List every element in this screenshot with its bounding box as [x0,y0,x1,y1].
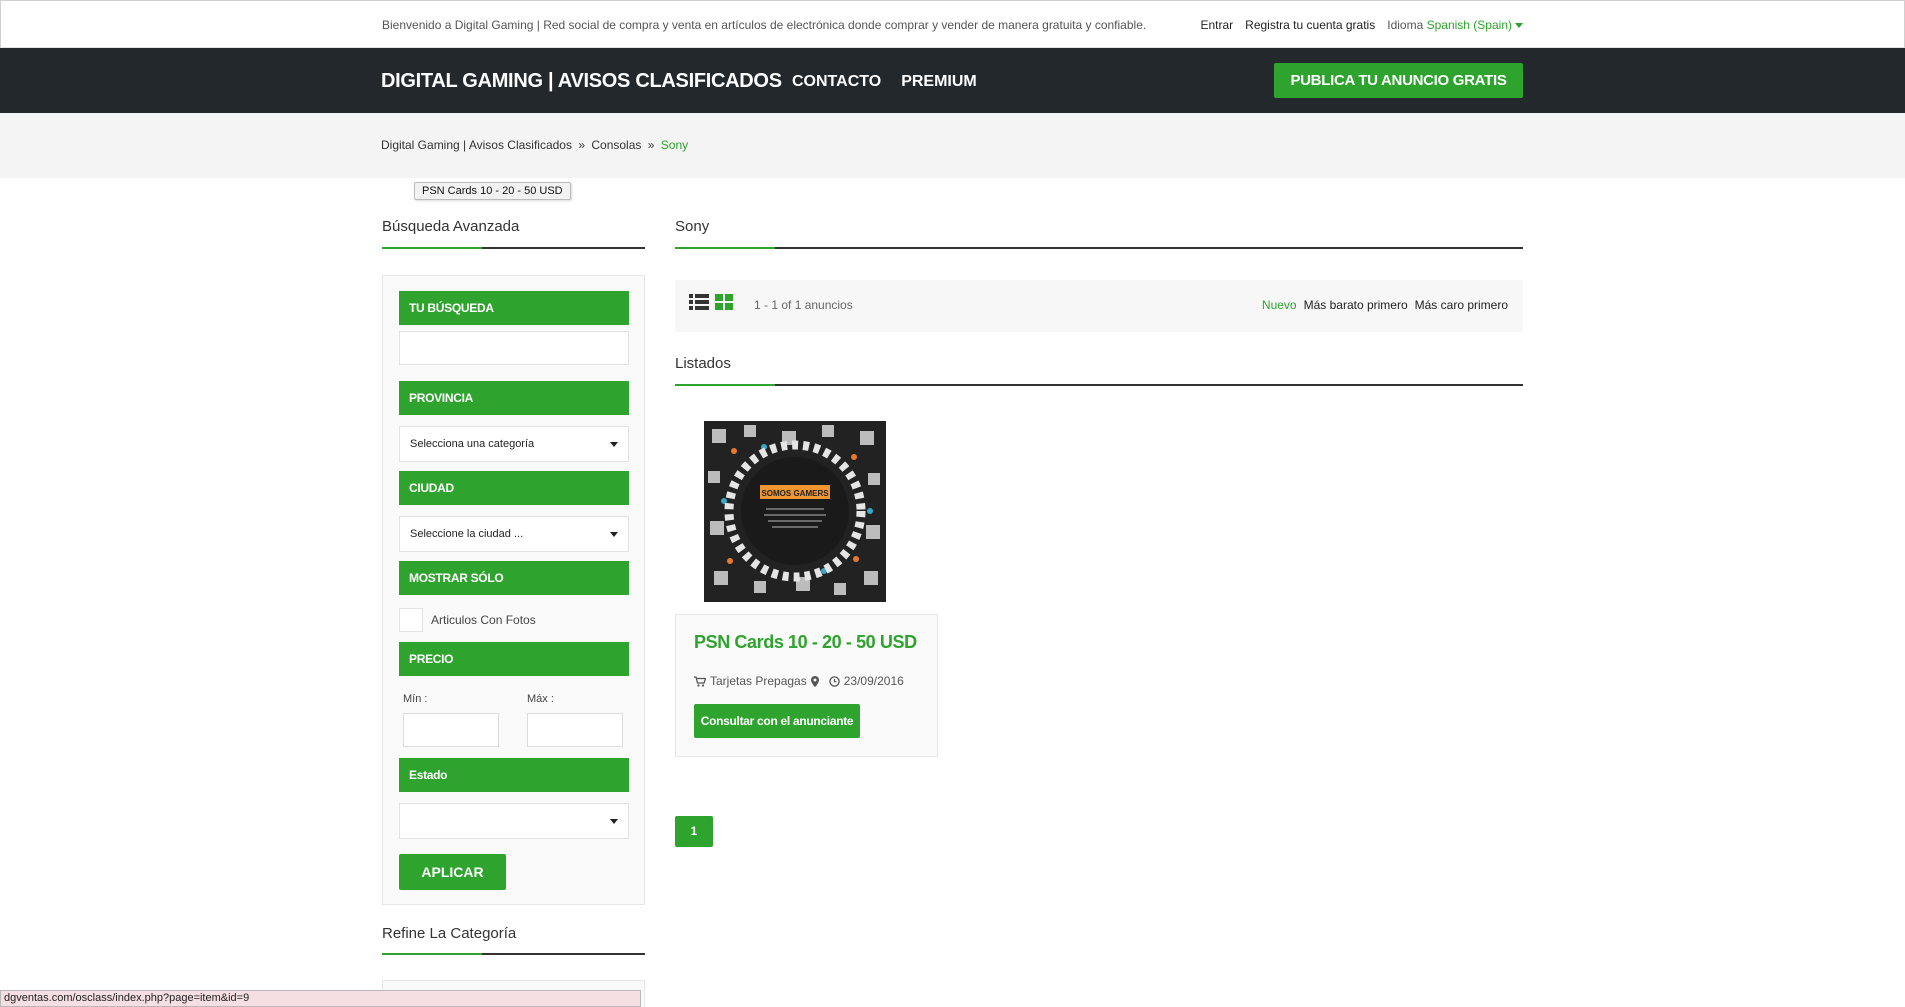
title-rule-accent [382,247,482,249]
listing-title[interactable]: PSN Cards 10 - 20 - 50 USD [694,632,917,653]
title-rule [382,953,645,955]
language-selector[interactable]: Idioma Spanish (Spain) [1387,18,1523,32]
province-heading: PROVINCIA [399,381,629,415]
breadcrumb-consolas[interactable]: Consolas [591,138,641,152]
nav-premium[interactable]: PREMIUM [901,73,977,91]
top-bar: Bienvenido a Digital Gaming | Red social… [0,0,1905,48]
state-select[interactable] [399,803,629,839]
pagination-page[interactable]: 1 [675,816,713,847]
cart-icon [694,675,706,687]
sort-newest[interactable]: Nuevo [1262,298,1297,312]
listing-thumbnail-art: SOMOS GAMERS [704,421,886,602]
sort-cheapest[interactable]: Más barato primero [1304,298,1408,312]
city-select-value: Seleccione la ciudad ... [410,528,524,540]
province-select[interactable]: Selecciona una categoría [399,426,629,462]
title-rule [382,247,645,249]
photos-checkbox-label: Articulos Con Fotos [431,613,536,627]
login-link[interactable]: Entrar [1200,18,1233,32]
clock-icon [828,675,840,687]
search-input[interactable] [399,331,629,365]
breadcrumb-separator: » [647,138,655,152]
city-select[interactable]: Seleccione la ciudad ... [399,516,629,552]
max-price-input[interactable] [527,713,623,747]
image-banner-text: SOMOS GAMERS [761,489,829,498]
listing-date: 23/09/2016 [843,674,904,688]
caret-down-icon [610,532,618,537]
nav-contacto[interactable]: CONTACTO [792,73,881,91]
show-only-heading: MOSTRAR SÓLO [399,561,629,595]
list-view-icon[interactable] [689,294,709,310]
listing-image[interactable]: SOMOS GAMERS [704,421,886,602]
language-value[interactable]: Spanish (Spain) [1427,18,1512,32]
breadcrumb-home[interactable]: Digital Gaming | Avisos Clasificados [381,138,572,152]
state-heading: Estado [399,758,629,792]
results-toolbar: 1 - 1 of 1 anuncios Nuevo Más barato pri… [675,280,1523,332]
title-rule [675,247,1523,249]
status-bar-url: dgventas.com/osclass/index.php?page=item… [0,990,641,1007]
sort-most-expensive[interactable]: Más caro primero [1415,298,1508,312]
link-tooltip: PSN Cards 10 - 20 - 50 USD [414,182,571,200]
listings-title: Listados [675,355,731,372]
breadcrumb-separator: » [578,138,586,152]
breadcrumb: Digital Gaming | Avisos Clasificados » C… [381,138,688,152]
category-title: Sony [675,218,710,235]
site-logo[interactable]: DIGITAL GAMING | AVISOS CLASIFICADOS [381,70,782,93]
site-header: DIGITAL GAMING | AVISOS CLASIFICADOS CON… [0,48,1905,113]
main-nav: CONTACTO PREMIUM [792,73,977,91]
top-links: Entrar Registra tu cuenta gratis Idioma … [1200,18,1523,32]
apply-button[interactable]: APLICAR [399,854,506,890]
title-rule [675,384,1523,386]
title-rule-accent [675,384,775,386]
welcome-text: Bienvenido a Digital Gaming | Red social… [382,18,1147,32]
language-label: Idioma [1387,18,1424,32]
title-rule-accent [382,953,482,955]
caret-down-icon [610,819,618,824]
listing-category: Tarjetas Prepagas [710,674,807,688]
caret-down-icon [1515,23,1523,29]
listing-meta: Tarjetas Prepagas 23/09/2016 [694,674,904,688]
refine-category-title: Refine La Categoría [382,925,517,942]
grid-view-icon[interactable] [715,294,733,310]
max-price-label: Máx : [527,693,554,705]
title-rule-accent [675,247,775,249]
breadcrumb-current: Sony [660,138,689,152]
province-select-value: Selecciona una categoría [410,438,535,450]
city-heading: CIUDAD [399,471,629,505]
register-link[interactable]: Registra tu cuenta gratis [1245,18,1375,32]
caret-down-icon [610,442,618,447]
sort-options: Nuevo Más barato primero Más caro primer… [1262,298,1508,312]
contact-seller-button[interactable]: Consultar con el anunciante [694,704,860,738]
publish-ad-button[interactable]: PUBLICA TU ANUNCIO GRATIS [1274,63,1523,98]
min-price-label: Mín : [403,693,428,705]
breadcrumb-bar: Digital Gaming | Avisos Clasificados » C… [0,113,1905,178]
advanced-search-title: Búsqueda Avanzada [382,218,520,235]
listing-card: PSN Cards 10 - 20 - 50 USD Tarjetas Prep… [675,614,938,757]
min-price-input[interactable] [403,713,499,747]
search-sidebar: TU BÚSQUEDA PROVINCIA Selecciona una cat… [382,275,645,905]
photos-checkbox[interactable] [399,608,423,632]
price-heading: PRECIO [399,642,629,676]
map-marker-icon [810,675,819,687]
search-heading: TU BÚSQUEDA [399,291,629,325]
results-count: 1 - 1 of 1 anuncios [754,298,853,312]
